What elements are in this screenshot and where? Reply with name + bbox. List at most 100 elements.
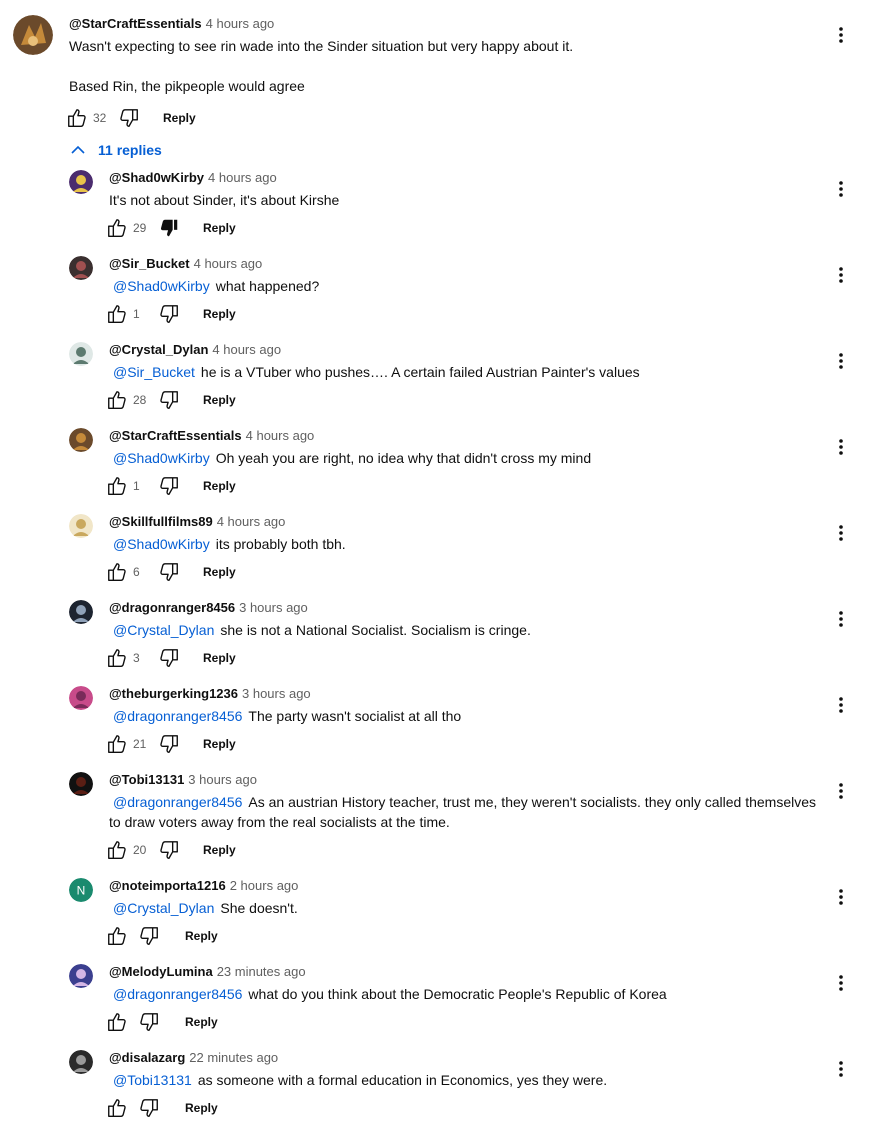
thumbs-down-icon[interactable] <box>157 302 181 326</box>
author-name[interactable]: @Shad0wKirby <box>109 170 204 185</box>
more-vertical-icon[interactable] <box>829 885 853 909</box>
reply-button[interactable]: Reply <box>203 393 236 407</box>
reply-button[interactable]: Reply <box>203 221 236 235</box>
thumbs-down-icon[interactable] <box>157 560 181 584</box>
thumbs-up-icon[interactable] <box>105 838 129 862</box>
author-name[interactable]: @Tobi13131 <box>109 772 184 787</box>
author-name[interactable]: @noteimporta1216 <box>109 878 226 893</box>
more-vertical-icon[interactable] <box>829 349 853 373</box>
reply-button[interactable]: Reply <box>185 929 218 943</box>
reply-button[interactable]: Reply <box>203 843 236 857</box>
more-vertical-icon[interactable] <box>829 263 853 287</box>
avatar[interactable] <box>13 15 53 55</box>
reply-button[interactable]: Reply <box>203 651 236 665</box>
mention-link[interactable]: @Tobi13131 <box>113 1072 192 1088</box>
timestamp[interactable]: 3 hours ago <box>239 600 308 615</box>
more-vertical-icon[interactable] <box>829 971 853 995</box>
thumbs-down-icon[interactable] <box>117 106 141 130</box>
avatar[interactable] <box>69 964 93 988</box>
author-name[interactable]: @theburgerking1236 <box>109 686 238 701</box>
thumbs-up-icon[interactable] <box>105 474 129 498</box>
timestamp[interactable]: 4 hours ago <box>194 256 263 271</box>
thumbs-down-icon[interactable] <box>157 216 181 240</box>
author-name[interactable]: @Crystal_Dylan <box>109 342 208 357</box>
author-name[interactable]: @StarCraftEssentials <box>69 16 202 31</box>
thumbs-down-icon[interactable] <box>157 646 181 670</box>
reply-button[interactable]: Reply <box>185 1015 218 1029</box>
timestamp[interactable]: 4 hours ago <box>212 342 281 357</box>
timestamp[interactable]: 22 minutes ago <box>189 1050 278 1065</box>
timestamp[interactable]: 4 hours ago <box>246 428 315 443</box>
more-vertical-icon[interactable] <box>829 23 853 47</box>
thumbs-up-icon[interactable] <box>105 1096 129 1120</box>
thumbs-down-icon[interactable] <box>157 474 181 498</box>
timestamp[interactable]: 4 hours ago <box>206 16 275 31</box>
thumbs-up-icon[interactable] <box>65 106 89 130</box>
avatar[interactable]: N <box>69 878 93 902</box>
mention-link[interactable]: @dragonranger8456 <box>113 708 242 724</box>
thumbs-up-icon[interactable] <box>105 560 129 584</box>
thumbs-up-icon[interactable] <box>105 302 129 326</box>
thumbs-up-icon[interactable] <box>105 1010 129 1034</box>
comment-body: She doesn't. <box>220 900 298 916</box>
author-name[interactable]: @Skillfullfilms89 <box>109 514 213 529</box>
avatar[interactable] <box>69 600 93 624</box>
more-vertical-icon[interactable] <box>829 435 853 459</box>
thumbs-down-icon[interactable] <box>157 732 181 756</box>
avatar[interactable] <box>69 428 93 452</box>
timestamp[interactable]: 3 hours ago <box>242 686 311 701</box>
avatar[interactable] <box>69 1050 93 1074</box>
thumbs-down-icon[interactable] <box>137 1010 161 1034</box>
avatar[interactable] <box>69 686 93 710</box>
reply-button[interactable]: Reply <box>163 111 196 125</box>
avatar[interactable] <box>69 256 93 280</box>
author-line: @noteimporta1216 2 hours ago <box>109 878 298 893</box>
avatar-letter: N <box>77 884 86 898</box>
more-vertical-icon[interactable] <box>829 1057 853 1081</box>
timestamp[interactable]: 4 hours ago <box>217 514 286 529</box>
timestamp[interactable]: 4 hours ago <box>208 170 277 185</box>
mention-link[interactable]: @Shad0wKirby <box>113 536 210 552</box>
author-name[interactable]: @Sir_Bucket <box>109 256 190 271</box>
author-name[interactable]: @disalazarg <box>109 1050 185 1065</box>
author-name[interactable]: @StarCraftEssentials <box>109 428 242 443</box>
mention-link[interactable]: @Crystal_Dylan <box>113 900 214 916</box>
more-vertical-icon[interactable] <box>829 693 853 717</box>
reply-button[interactable]: Reply <box>203 737 236 751</box>
replies-toggle-button[interactable]: 11 replies <box>70 140 162 160</box>
thumbs-down-icon[interactable] <box>157 838 181 862</box>
timestamp[interactable]: 23 minutes ago <box>217 964 306 979</box>
reply-button[interactable]: Reply <box>185 1101 218 1115</box>
thumbs-up-icon[interactable] <box>105 924 129 948</box>
more-vertical-icon[interactable] <box>829 779 853 803</box>
mention-link[interactable]: @dragonranger8456 <box>113 986 242 1002</box>
thumbs-down-icon[interactable] <box>137 1096 161 1120</box>
avatar[interactable] <box>69 170 93 194</box>
more-vertical-icon[interactable] <box>829 521 853 545</box>
timestamp[interactable]: 3 hours ago <box>188 772 257 787</box>
avatar[interactable] <box>69 342 93 366</box>
mention-link[interactable]: @dragonranger8456 <box>113 794 242 810</box>
comment-text: @dragonranger8456 what do you think about… <box>113 984 667 1004</box>
author-name[interactable]: @dragonranger8456 <box>109 600 235 615</box>
more-vertical-icon[interactable] <box>829 607 853 631</box>
avatar[interactable] <box>69 514 93 538</box>
mention-link[interactable]: @Shad0wKirby <box>113 278 210 294</box>
author-name[interactable]: @MelodyLumina <box>109 964 213 979</box>
reply-button[interactable]: Reply <box>203 565 236 579</box>
reply-button[interactable]: Reply <box>203 479 236 493</box>
more-vertical-icon[interactable] <box>829 177 853 201</box>
reply-button[interactable]: Reply <box>203 307 236 321</box>
mention-link[interactable]: @Shad0wKirby <box>113 450 210 466</box>
avatar[interactable] <box>69 772 93 796</box>
thumbs-up-icon[interactable] <box>105 732 129 756</box>
comment-body: The party wasn't socialist at all tho <box>248 708 462 724</box>
timestamp[interactable]: 2 hours ago <box>230 878 299 893</box>
thumbs-up-icon[interactable] <box>105 216 129 240</box>
thumbs-down-icon[interactable] <box>157 388 181 412</box>
thumbs-up-icon[interactable] <box>105 646 129 670</box>
mention-link[interactable]: @Sir_Bucket <box>113 364 195 380</box>
thumbs-down-icon[interactable] <box>137 924 161 948</box>
mention-link[interactable]: @Crystal_Dylan <box>113 622 214 638</box>
thumbs-up-icon[interactable] <box>105 388 129 412</box>
